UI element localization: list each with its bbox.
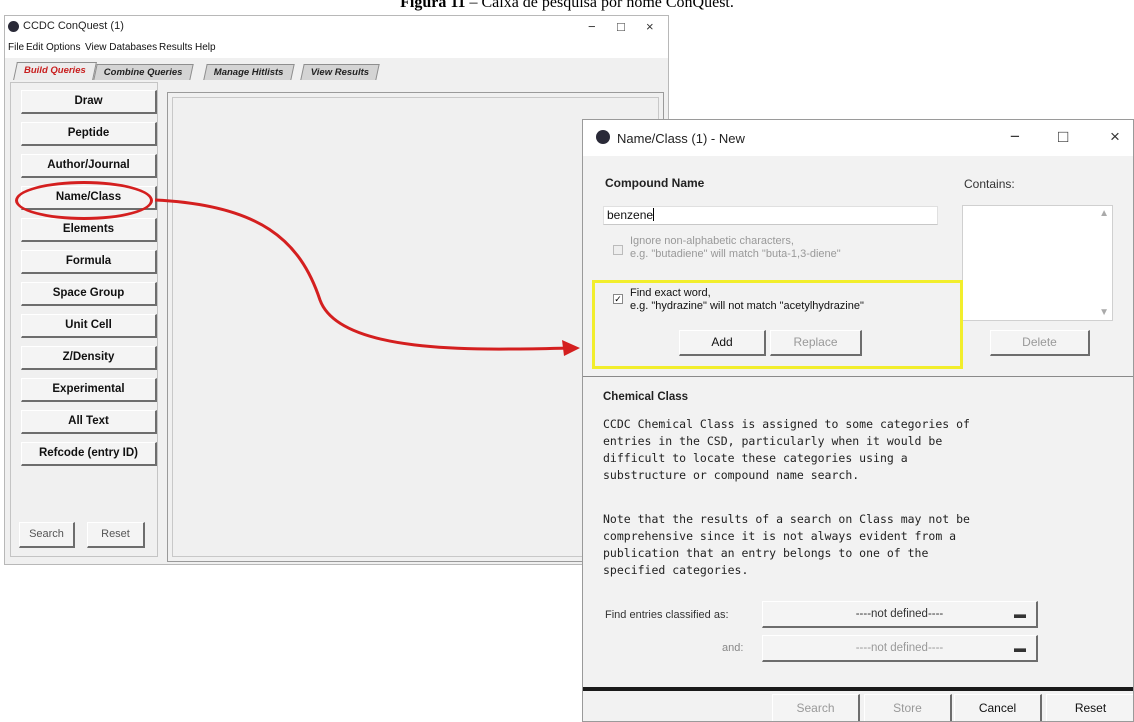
check-icon: ✓ bbox=[614, 294, 622, 304]
dialog-title: Name/Class (1) - New bbox=[617, 131, 745, 146]
dropdown-arrow-icon: ▬ bbox=[1014, 641, 1026, 655]
chemical-class-description: CCDC Chemical Class is assigned to some … bbox=[603, 417, 970, 482]
replace-button[interactable]: Replace bbox=[770, 330, 862, 356]
class-select-2[interactable]: ----not defined---- ▬ bbox=[762, 635, 1038, 662]
dialog-maximize-button[interactable]: □ bbox=[1058, 127, 1068, 147]
compound-name-value: benzene bbox=[607, 208, 654, 222]
exact-line-1: Find exact word, bbox=[630, 287, 711, 299]
ignore-non-alphabetic-checkbox[interactable] bbox=[613, 245, 623, 255]
menu-results[interactable]: Results bbox=[159, 42, 192, 53]
tab-combine-queries-label: Combine Queries bbox=[103, 67, 183, 78]
dialog-titlebar: Name/Class (1) - New − □ × bbox=[583, 120, 1133, 156]
menu-bar: File Edit Options View Databases Results… bbox=[5, 40, 668, 58]
main-search-button[interactable]: Search bbox=[19, 522, 75, 548]
menu-options[interactable]: Options bbox=[46, 42, 80, 53]
dialog-close-button[interactable]: × bbox=[1110, 127, 1120, 147]
cancel-button[interactable]: Cancel bbox=[954, 694, 1042, 721]
tab-build-queries-label: Build Queries bbox=[24, 65, 86, 76]
query-tabs: Build Queries Combine Queries Manage Hit… bbox=[5, 60, 668, 80]
annotation-ellipse bbox=[15, 181, 153, 220]
chemical-class-label: Chemical Class bbox=[603, 391, 689, 403]
section-divider bbox=[583, 376, 1133, 377]
unit-cell-button[interactable]: Unit Cell bbox=[21, 314, 157, 338]
class-select-2-value: ----not defined---- bbox=[855, 642, 944, 654]
menu-help[interactable]: Help bbox=[195, 42, 216, 53]
menu-view-databases[interactable]: View Databases bbox=[85, 42, 157, 53]
ignore-line-1: Ignore non-alphabetic characters, bbox=[630, 235, 794, 247]
author-journal-button[interactable]: Author/Journal bbox=[21, 154, 157, 178]
space-group-button[interactable]: Space Group bbox=[21, 282, 157, 306]
formula-button[interactable]: Formula bbox=[21, 250, 157, 274]
dialog-minimize-button[interactable]: − bbox=[1010, 127, 1020, 147]
tab-view-results-label: View Results bbox=[310, 67, 370, 78]
draw-button[interactable]: Draw bbox=[21, 90, 157, 114]
refcode-button[interactable]: Refcode (entry ID) bbox=[21, 442, 157, 466]
class-select-1-value: ----not defined---- bbox=[855, 608, 944, 620]
main-titlebar: CCDC ConQuest (1) − □ × bbox=[5, 16, 668, 40]
minimize-button[interactable]: − bbox=[588, 19, 596, 34]
name-class-dialog: Name/Class (1) - New − □ × Compound Name… bbox=[582, 119, 1134, 722]
tab-manage-hitlists[interactable]: Manage Hitlists bbox=[203, 64, 295, 80]
store-button[interactable]: Store bbox=[864, 694, 952, 721]
figure-number: Figura 11 bbox=[400, 0, 466, 11]
menu-file[interactable]: File bbox=[8, 42, 24, 53]
contains-list[interactable]: ▲ ▼ bbox=[962, 205, 1113, 321]
find-exact-word-label: Find exact word, e.g. "hydrazine" will n… bbox=[630, 287, 864, 313]
tab-build-queries[interactable]: Build Queries bbox=[13, 62, 97, 80]
experimental-button[interactable]: Experimental bbox=[21, 378, 157, 402]
tab-view-results[interactable]: View Results bbox=[300, 64, 380, 80]
text-caret bbox=[653, 208, 655, 221]
figure-caption: Figura 11 – Caixa de pesquisa por nome C… bbox=[0, 0, 1134, 12]
dialog-search-button[interactable]: Search bbox=[772, 694, 860, 721]
dialog-reset-button[interactable]: Reset bbox=[1046, 694, 1133, 721]
ignore-line-2: e.g. "butadiene" will match "buta-1,3-di… bbox=[630, 248, 841, 260]
close-button[interactable]: × bbox=[646, 19, 654, 34]
compound-name-input[interactable]: benzene bbox=[603, 206, 938, 225]
tab-combine-queries[interactable]: Combine Queries bbox=[93, 64, 194, 80]
scroll-up-icon[interactable]: ▲ bbox=[1099, 208, 1109, 219]
maximize-button[interactable]: □ bbox=[617, 19, 625, 34]
main-window-title: CCDC ConQuest (1) bbox=[23, 20, 124, 32]
contains-label: Contains: bbox=[964, 177, 1015, 191]
delete-button[interactable]: Delete bbox=[990, 330, 1090, 356]
class-select-1[interactable]: ----not defined---- ▬ bbox=[762, 601, 1038, 628]
footer-divider bbox=[583, 687, 1133, 691]
add-button[interactable]: Add bbox=[679, 330, 766, 356]
peptide-button[interactable]: Peptide bbox=[21, 122, 157, 146]
exact-line-2: e.g. "hydrazine" will not match "acetylh… bbox=[630, 300, 864, 312]
find-entries-label: Find entries classified as: bbox=[605, 609, 729, 621]
dialog-app-icon bbox=[596, 130, 610, 144]
menu-edit[interactable]: Edit bbox=[26, 42, 43, 53]
scroll-down-icon[interactable]: ▼ bbox=[1099, 307, 1109, 318]
figure-caption-text: – Caixa de pesquisa por nome ConQuest. bbox=[469, 0, 734, 11]
ccdc-app-icon bbox=[8, 21, 19, 32]
tab-manage-hitlists-label: Manage Hitlists bbox=[213, 67, 284, 78]
dropdown-arrow-icon: ▬ bbox=[1014, 607, 1026, 621]
main-reset-button[interactable]: Reset bbox=[87, 522, 145, 548]
conquest-main-window: CCDC ConQuest (1) − □ × File Edit Option… bbox=[4, 15, 669, 565]
query-button-panel: Draw Peptide Author/Journal Name/Class E… bbox=[10, 82, 158, 557]
ignore-non-alphabetic-label: Ignore non-alphabetic characters, e.g. "… bbox=[630, 235, 841, 261]
and-label: and: bbox=[722, 642, 744, 654]
chemical-class-note: Note that the results of a search on Cla… bbox=[603, 512, 970, 577]
find-exact-word-checkbox[interactable]: ✓ bbox=[613, 294, 623, 304]
z-density-button[interactable]: Z/Density bbox=[21, 346, 157, 370]
elements-button[interactable]: Elements bbox=[21, 218, 157, 242]
compound-name-label: Compound Name bbox=[605, 176, 705, 190]
all-text-button[interactable]: All Text bbox=[21, 410, 157, 434]
